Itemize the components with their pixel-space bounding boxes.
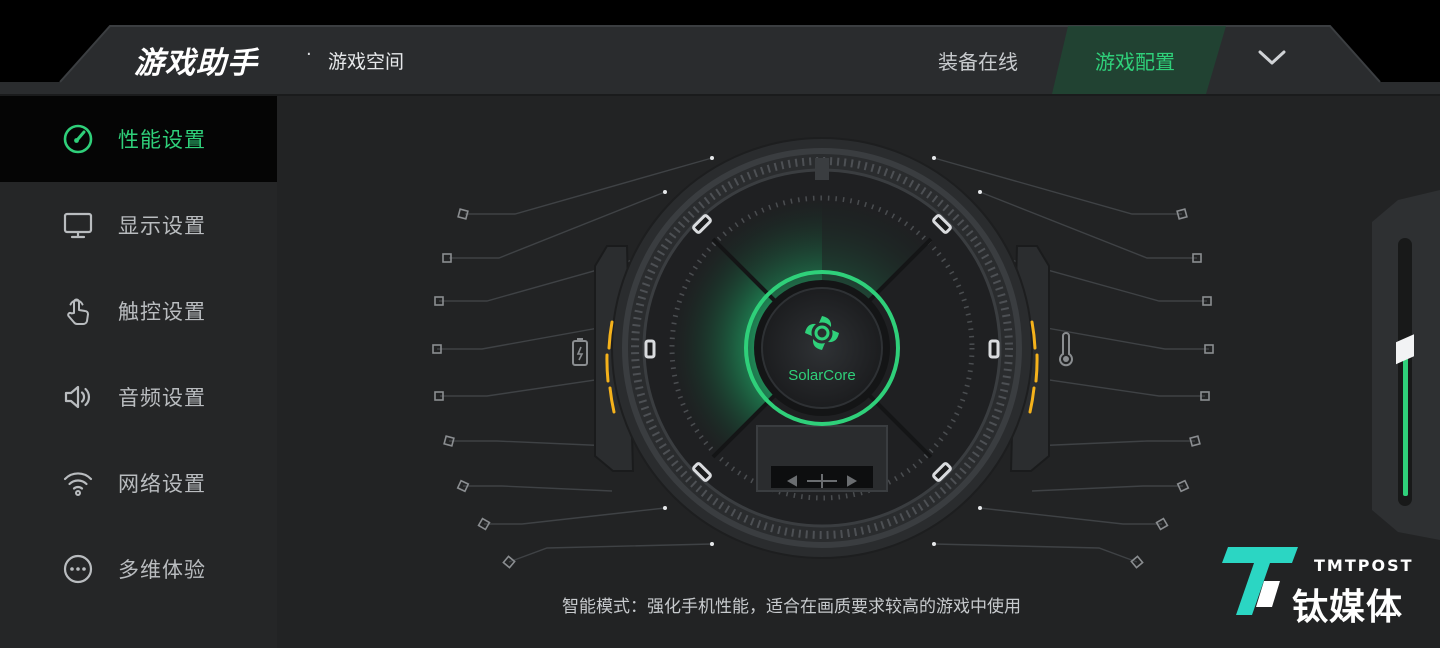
watermark-chinese: 钛媒体: [1292, 587, 1404, 628]
top-bar: 游戏助手 · 游戏空间 装备在线 游戏配置: [0, 0, 1440, 96]
sidebar-item-audio[interactable]: 音频设置: [0, 354, 277, 440]
thermometer-icon: [1059, 332, 1073, 367]
touch-hand-icon: [61, 294, 95, 328]
watermark-english: TMTPOST: [1314, 556, 1414, 575]
sidebar-item-touch[interactable]: 触控设置: [0, 268, 277, 354]
battery-icon: [572, 338, 588, 366]
app-brand: 游戏助手: [134, 46, 258, 81]
more-icon: [61, 552, 95, 586]
core-name-label: SolarCore: [788, 367, 856, 384]
sidebar-item-label: 性能设置: [118, 128, 206, 152]
brand-separator: ·: [306, 44, 312, 65]
wifi-icon: [61, 466, 95, 500]
speaker-icon: [61, 380, 95, 414]
performance-slider-panel: [1372, 190, 1440, 540]
speedometer-icon: [61, 122, 95, 156]
monitor-icon: [61, 208, 95, 242]
mode-description: 智能模式：强化手机性能，适合在画质要求较高的游戏中使用: [562, 597, 1021, 617]
sidebar-item-performance[interactable]: 性能设置: [0, 96, 277, 182]
sidebar-item-label: 多维体验: [118, 558, 206, 582]
chevron-down-icon[interactable]: [1257, 46, 1287, 70]
sidebar-item-label: 音频设置: [118, 386, 206, 410]
sidebar-item-network[interactable]: 网络设置: [0, 440, 277, 526]
sidebar-item-display[interactable]: 显示设置: [0, 182, 277, 268]
brand-subtitle: 游戏空间: [328, 51, 405, 73]
tab-equipment-online[interactable]: 装备在线: [938, 46, 1018, 75]
tab-game-config[interactable]: 游戏配置: [1095, 46, 1175, 75]
sidebar-item-label: 网络设置: [118, 472, 206, 496]
sidebar-item-label: 显示设置: [118, 214, 206, 238]
sidebar-item-label: 触控设置: [118, 300, 206, 324]
settings-sidebar: 性能设置 显示设置 触控设置 音频设置 网络设置 多维体验: [0, 96, 277, 648]
sidebar-item-multidimensional[interactable]: 多维体验: [0, 526, 277, 612]
slider-fill: [1403, 350, 1408, 496]
